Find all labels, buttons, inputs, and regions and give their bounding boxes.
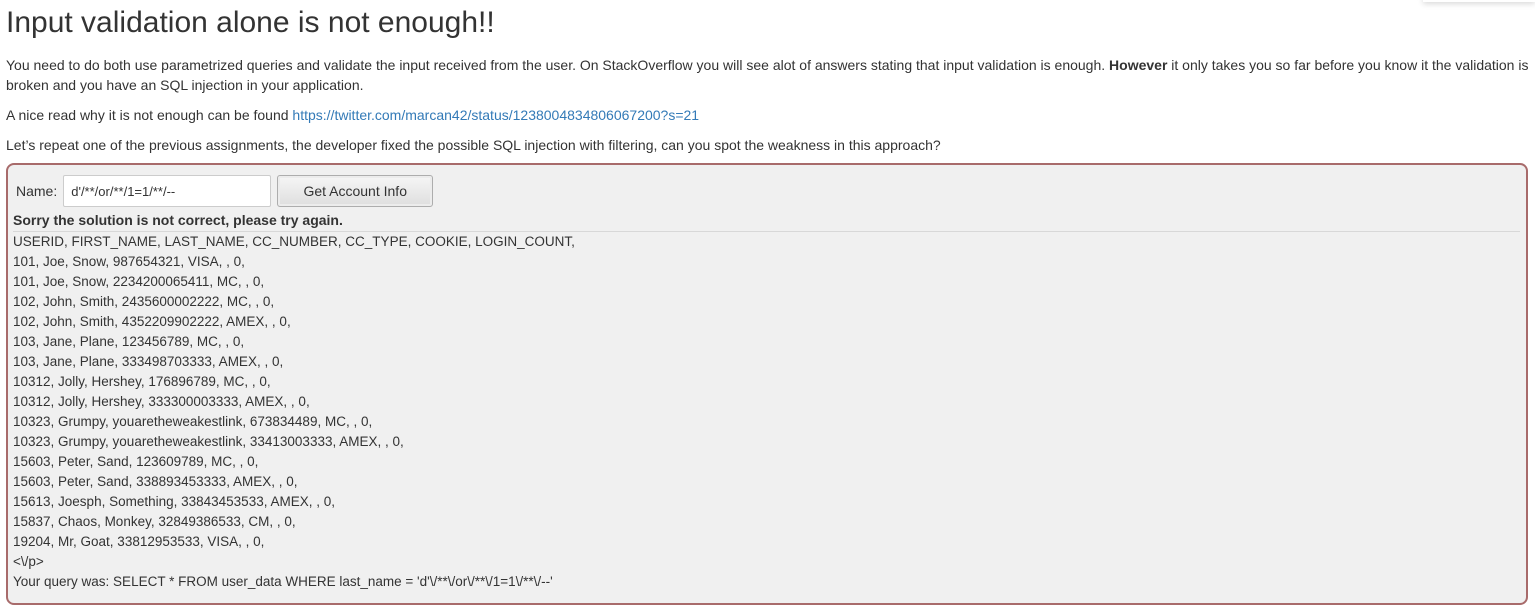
table-row: 103, Jane, Plane, 123456789, MC, , 0, <box>13 334 245 349</box>
table-row: 101, Joe, Snow, 987654321, VISA, , 0, <box>13 254 245 269</box>
table-row: 10323, Grumpy, youaretheweakestlink, 673… <box>13 414 373 429</box>
table-row: 102, John, Smith, 2435600002222, MC, , 0… <box>13 294 275 309</box>
task-paragraph: Let’s repeat one of the previous assignm… <box>6 137 941 153</box>
get-account-info-button[interactable]: Get Account Info <box>277 175 434 207</box>
table-row: 102, John, Smith, 4352209902222, AMEX, ,… <box>13 314 291 329</box>
name-input[interactable] <box>63 175 272 207</box>
table-row: 103, Jane, Plane, 333498703333, AMEX, , … <box>13 354 284 369</box>
table-row: 10312, Jolly, Hershey, 333300003333, AME… <box>13 394 310 409</box>
intro-paragraph: You need to do both use parametrized que… <box>6 55 1529 95</box>
read-more-paragraph: A nice read why it is not enough can be … <box>6 105 1529 125</box>
table-row: 15603, Peter, Sand, 123609789, MC, , 0, <box>13 454 259 469</box>
lesson-page: Input validation alone is not enough!! Y… <box>0 0 1535 613</box>
query-output: USERID, FIRST_NAME, LAST_NAME, CC_NUMBER… <box>13 232 1520 592</box>
intro-bold-word: However <box>1109 57 1168 73</box>
table-row: 15603, Peter, Sand, 338893453333, AMEX, … <box>13 474 298 489</box>
top-right-panel-edge <box>1423 0 1535 2</box>
account-form: Name: Get Account Info <box>13 174 1520 208</box>
query-echo: Your query was: SELECT * FROM user_data … <box>13 574 553 589</box>
table-row: 101, Joe, Snow, 2234200065411, MC, , 0, <box>13 274 265 289</box>
feedback-message: Sorry the solution is not correct, pleas… <box>13 211 1520 232</box>
intro-text-start: You need to do both use parametrized que… <box>6 57 1110 73</box>
output-header: USERID, FIRST_NAME, LAST_NAME, CC_NUMBER… <box>13 234 575 249</box>
table-row: 15613, Joesph, Something, 33843453533, A… <box>13 494 335 509</box>
read-more-text: A nice read why it is not enough can be … <box>6 107 293 123</box>
name-label: Name: <box>16 183 58 199</box>
page-title: Input validation alone is not enough!! <box>6 6 495 39</box>
table-row: 19204, Mr, Goat, 33812953533, VISA, , 0, <box>13 534 265 549</box>
table-row: 10312, Jolly, Hershey, 176896789, MC, , … <box>13 374 271 389</box>
table-row: 15837, Chaos, Monkey, 32849386533, CM, ,… <box>13 514 296 529</box>
twitter-link[interactable]: https://twitter.com/marcan42/status/1238… <box>292 107 699 123</box>
output-trailer: <\/p> <box>13 554 44 569</box>
attack-container: Name: Get Account Info Sorry the solutio… <box>6 163 1528 605</box>
table-row: 10323, Grumpy, youaretheweakestlink, 334… <box>13 434 404 449</box>
